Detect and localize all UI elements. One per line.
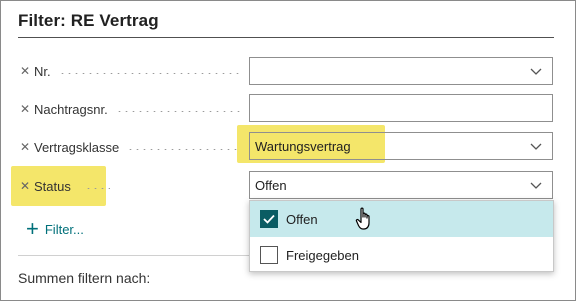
field-row-vertragsklasse: ✕ Vertragsklasse [20,137,250,157]
dropdown-option-offen[interactable]: Offen [250,201,553,237]
hand-cursor-icon [355,207,370,230]
dot-leader [127,149,240,150]
plus-icon: + [26,216,39,241]
remove-filter-icon[interactable]: ✕ [20,179,33,193]
status-select[interactable]: Offen [249,171,553,199]
remove-filter-icon[interactable]: ✕ [20,140,33,154]
dot-leader [84,188,110,189]
option-label: Freigegeben [286,247,359,263]
chevron-down-icon [530,68,542,75]
dot-leader [115,111,240,112]
field-label: Vertragsklasse [34,139,120,155]
field-label: Status [34,178,71,194]
field-row-nr: ✕ Nr. [20,61,250,81]
field-row-nachtragsnr: ✕ Nachtragsnr. [20,99,250,119]
panel-title: Filter: RE Vertrag [18,11,159,30]
dropdown-option-freigegeben[interactable]: Freigegeben [250,237,553,273]
add-filter-link[interactable]: + Filter... [26,216,84,241]
summen-filter-heading: Summen filtern nach: [18,270,151,286]
checkbox-unchecked-icon[interactable] [260,246,278,264]
nachtragsnr-input[interactable] [249,94,553,122]
field-row-status: ✕ Status [20,176,250,196]
dot-leader [58,73,240,74]
vertragsklasse-select[interactable]: Wartungsvertrag [249,132,553,160]
add-filter-label: Filter... [44,221,84,237]
chevron-up-down-icon [530,182,542,189]
field-value: Wartungsvertrag [255,138,351,154]
option-label: Offen [286,211,318,227]
chevron-down-icon [530,143,542,150]
nr-select[interactable] [249,57,553,85]
checkbox-checked-icon[interactable] [260,210,278,228]
field-value: Offen [255,177,287,193]
title-divider [18,37,554,38]
field-label: Nr. [34,63,51,79]
status-dropdown-list: Offen Freigegeben [249,200,554,272]
remove-filter-icon[interactable]: ✕ [20,102,33,116]
field-label: Nachtragsnr. [34,101,108,117]
remove-filter-icon[interactable]: ✕ [20,64,33,78]
